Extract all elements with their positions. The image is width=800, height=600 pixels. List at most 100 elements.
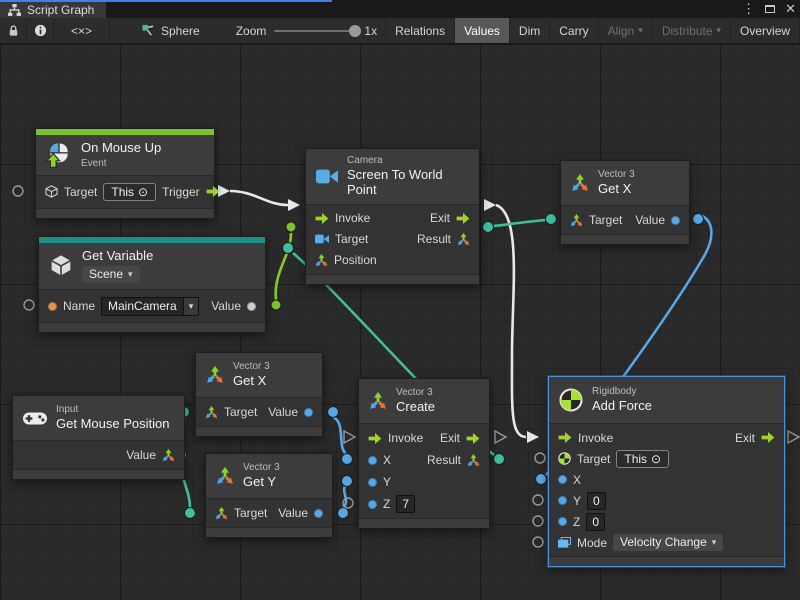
wire-result-to-getx-top[interactable] bbox=[493, 220, 546, 226]
create-exit-empty-port[interactable] bbox=[495, 431, 506, 443]
camera-target-port[interactable] bbox=[286, 222, 296, 232]
z-value-field[interactable]: 0 bbox=[586, 513, 605, 531]
variable-name-combo[interactable]: MainCamera ▾ bbox=[101, 297, 199, 316]
node-get-y[interactable]: Vector 3 Get Y Target Value bbox=[205, 453, 333, 538]
gameobject-icon bbox=[45, 185, 58, 198]
create-result-port[interactable] bbox=[494, 454, 505, 465]
vector3-port-icon[interactable] bbox=[205, 406, 218, 419]
float-in-port[interactable] bbox=[368, 500, 377, 509]
getx-mid-value-port[interactable] bbox=[328, 407, 339, 418]
node-category: Vector 3 bbox=[243, 462, 280, 473]
this-target-button[interactable]: This ⊙ bbox=[616, 450, 669, 468]
node-screen-to-world-point[interactable]: Camera Screen To World Point Invoke Exit… bbox=[305, 148, 480, 285]
lock-button[interactable] bbox=[0, 18, 27, 43]
code-preview-button[interactable]: <×> bbox=[54, 18, 110, 43]
camera-result-port[interactable] bbox=[483, 222, 494, 233]
info-button[interactable] bbox=[27, 18, 54, 43]
variable-scope-dropdown[interactable]: Scene ▾ bbox=[82, 266, 140, 283]
align-button[interactable]: Align▾ bbox=[598, 18, 652, 43]
node-title: Get X bbox=[598, 182, 635, 197]
carry-button[interactable]: Carry bbox=[549, 18, 597, 43]
float-out-port[interactable] bbox=[304, 408, 313, 417]
value-label: Value bbox=[126, 448, 156, 462]
addforce-invoke-in-arrow[interactable] bbox=[527, 431, 539, 443]
tab-script-graph[interactable]: Script Graph bbox=[0, 2, 106, 18]
vector3-port-icon[interactable] bbox=[467, 454, 480, 467]
addforce-y-empty-port[interactable] bbox=[533, 495, 543, 505]
float-in-port[interactable] bbox=[558, 517, 567, 526]
force-mode-dropdown[interactable]: Velocity Change ▾ bbox=[613, 534, 723, 551]
wire-trigger-to-invoke[interactable] bbox=[230, 191, 288, 205]
node-add-force[interactable]: Rigidbody Add Force Invoke Exit Target T… bbox=[548, 376, 785, 567]
position-in-port[interactable] bbox=[283, 243, 294, 254]
create-invoke-empty-port[interactable] bbox=[344, 431, 355, 443]
dim-button[interactable]: Dim bbox=[509, 18, 549, 43]
mouseup-target-empty-port[interactable] bbox=[13, 186, 23, 196]
node-get-x-top[interactable]: Vector 3 Get X Target Value bbox=[560, 160, 690, 245]
breadcrumb[interactable]: Sphere bbox=[132, 18, 210, 43]
create-y-in-port[interactable] bbox=[342, 476, 353, 487]
object-picker-icon: ⊙ bbox=[138, 184, 148, 200]
variable-value-port[interactable] bbox=[271, 300, 281, 310]
float-in-port[interactable] bbox=[368, 456, 377, 465]
trigger-out-port[interactable] bbox=[218, 185, 230, 197]
vector3-port-icon[interactable] bbox=[215, 507, 228, 520]
exit-out-port[interactable] bbox=[484, 199, 496, 211]
exec-in-icon[interactable] bbox=[368, 433, 382, 444]
distribute-button[interactable]: Distribute▾ bbox=[652, 18, 730, 43]
float-in-port[interactable] bbox=[558, 496, 567, 505]
window-menu-button[interactable]: ⋮ bbox=[742, 1, 755, 17]
float-in-port[interactable] bbox=[558, 475, 567, 484]
addforce-exit-empty-port[interactable] bbox=[788, 431, 799, 443]
string-port[interactable] bbox=[48, 302, 57, 311]
getx-top-target-port[interactable] bbox=[546, 214, 557, 225]
invoke-in-arrow[interactable] bbox=[288, 199, 300, 211]
float-out-port[interactable] bbox=[314, 509, 323, 518]
addforce-z-empty-port[interactable] bbox=[533, 516, 543, 526]
float-in-port[interactable] bbox=[368, 478, 377, 487]
overview-button[interactable]: Overview bbox=[730, 18, 799, 43]
force-mode-icon[interactable] bbox=[558, 537, 571, 548]
this-target-button[interactable]: This ⊙ bbox=[103, 183, 156, 201]
node-get-x-mid[interactable]: Vector 3 Get X Target Value bbox=[195, 352, 323, 437]
getvariable-name-empty-port[interactable] bbox=[24, 300, 34, 310]
exec-out-icon[interactable] bbox=[761, 432, 775, 443]
close-button[interactable]: ✕ bbox=[785, 1, 796, 17]
relations-button[interactable]: Relations bbox=[385, 18, 454, 43]
exec-out-icon[interactable] bbox=[466, 433, 480, 444]
zoom-slider-handle[interactable] bbox=[349, 25, 361, 37]
rigidbody-port-icon[interactable] bbox=[558, 452, 571, 465]
addforce-mode-empty-port[interactable] bbox=[533, 537, 543, 547]
camera-port-icon[interactable] bbox=[315, 233, 329, 245]
vector3-port-icon[interactable] bbox=[162, 449, 175, 462]
exec-in-icon[interactable] bbox=[315, 213, 329, 224]
z-value-field[interactable]: 7 bbox=[396, 495, 415, 513]
node-create-vector3[interactable]: Vector 3 Create Invoke Exit X Result Y bbox=[358, 378, 490, 529]
rigidbody-icon bbox=[559, 388, 583, 412]
wire-exit-to-addforce-invoke[interactable] bbox=[496, 205, 526, 437]
values-button[interactable]: Values bbox=[454, 18, 509, 43]
vector3-port-icon[interactable] bbox=[315, 254, 328, 267]
addforce-target-empty-port[interactable] bbox=[535, 453, 545, 463]
addforce-x-in-port[interactable] bbox=[536, 474, 547, 485]
vector3-port-icon[interactable] bbox=[570, 214, 583, 227]
graph-canvas[interactable]: On Mouse Up Event Target This ⊙ Trigger bbox=[0, 44, 800, 600]
node-on-mouse-up[interactable]: On Mouse Up Event Target This ⊙ Trigger bbox=[35, 128, 215, 219]
float-out-port[interactable] bbox=[671, 216, 680, 225]
node-get-variable[interactable]: Get Variable Scene ▾ Name MainCamera ▾ V… bbox=[38, 236, 266, 333]
create-x-in-port[interactable] bbox=[342, 454, 353, 465]
result-label: Result bbox=[417, 232, 451, 246]
zoom-slider[interactable] bbox=[274, 30, 356, 32]
y-value-field[interactable]: 0 bbox=[587, 492, 606, 510]
gety-value-port[interactable] bbox=[338, 508, 349, 519]
maximize-button[interactable] bbox=[765, 5, 775, 13]
exec-out-icon[interactable] bbox=[456, 213, 470, 224]
exec-in-icon[interactable] bbox=[558, 432, 572, 443]
exec-out-icon[interactable] bbox=[206, 186, 220, 197]
value-out-port[interactable] bbox=[247, 302, 256, 311]
getx-top-value-port[interactable] bbox=[693, 214, 704, 225]
chevron-down-icon: ▾ bbox=[638, 25, 643, 36]
gety-target-port[interactable] bbox=[185, 508, 196, 519]
node-get-mouse-position[interactable]: Input Get Mouse Position Value bbox=[12, 395, 185, 480]
vector3-port-icon[interactable] bbox=[457, 233, 470, 246]
